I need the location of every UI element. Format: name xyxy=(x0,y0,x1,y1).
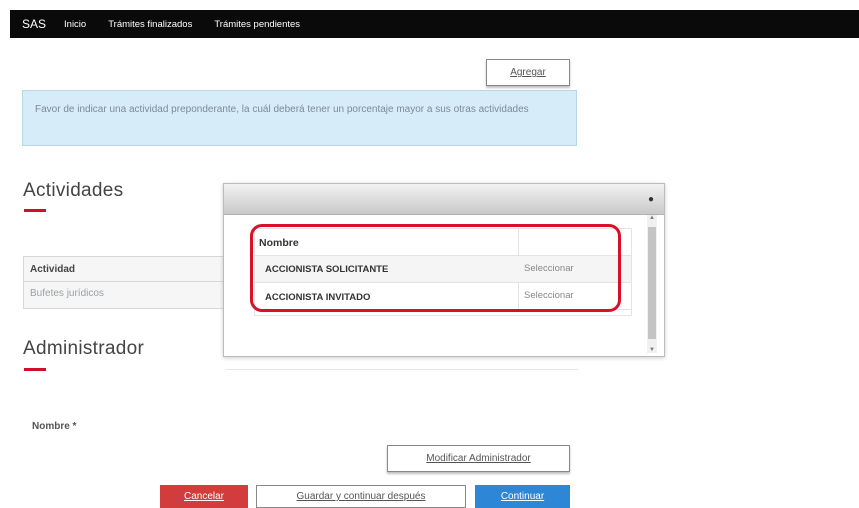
nav-inicio[interactable]: Inicio xyxy=(64,19,86,30)
table-header-row: Nombre xyxy=(255,229,631,256)
top-navbar: SAS Inicio Trámites finalizados Trámites… xyxy=(10,10,859,38)
table-divider xyxy=(24,281,224,282)
actividades-title: Actividades xyxy=(23,180,124,201)
scrollbar-thumb[interactable] xyxy=(648,227,656,339)
seleccionar-link[interactable]: Seleccionar xyxy=(524,290,574,301)
table-row: ACCIONISTA SOLICITANTE Seleccionar xyxy=(255,256,631,283)
info-alert: Favor de indicar una actividad preponder… xyxy=(22,90,577,146)
modal-scrollbar[interactable]: ▲ ▼ xyxy=(647,215,657,353)
select-accionista-modal: ● Nombre ACCIONISTA SOLICITANTE Seleccio… xyxy=(223,183,665,357)
nav-tramites-pendientes[interactable]: Trámites pendientes xyxy=(214,19,300,30)
actividades-table: Actividad Bufetes jurídicos xyxy=(23,256,225,309)
accionista-name: ACCIONISTA INVITADO xyxy=(265,292,371,303)
scroll-down-icon[interactable]: ▼ xyxy=(647,347,657,353)
save-later-button[interactable]: Guardar y continuar después xyxy=(256,485,466,508)
actividad-cell: Bufetes jurídicos xyxy=(30,288,104,299)
modal-header: ● xyxy=(224,184,664,215)
actividades-underline xyxy=(24,209,46,212)
cancel-button[interactable]: Cancelar xyxy=(160,485,248,508)
nav-tramites-finalizados[interactable]: Trámites finalizados xyxy=(108,19,192,30)
nombre-label: Nombre * xyxy=(32,421,77,432)
accionista-table: Nombre ACCIONISTA SOLICITANTE Selecciona… xyxy=(254,228,632,316)
table-row: ACCIONISTA INVITADO Seleccionar xyxy=(255,283,631,310)
accionista-name: ACCIONISTA SOLICITANTE xyxy=(265,264,389,275)
scroll-up-icon[interactable]: ▲ xyxy=(647,215,657,221)
actividad-column-header: Actividad xyxy=(30,264,76,275)
section-rule xyxy=(226,369,578,370)
modificar-administrador-button[interactable]: Modificar Administrador xyxy=(387,445,570,472)
administrador-title: Administrador xyxy=(23,338,145,359)
nombre-column-header: Nombre xyxy=(259,237,299,249)
seleccionar-link[interactable]: Seleccionar xyxy=(524,263,574,274)
close-icon[interactable]: ● xyxy=(648,194,654,205)
brand-logo[interactable]: SAS xyxy=(22,17,46,31)
agregar-button[interactable]: Agregar xyxy=(486,59,570,86)
continue-button[interactable]: Continuar xyxy=(475,485,570,508)
administrador-underline xyxy=(24,368,46,371)
